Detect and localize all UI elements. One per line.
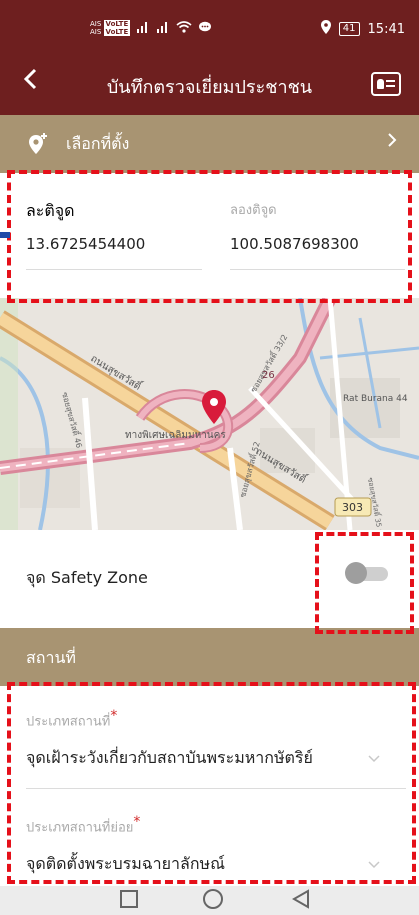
battery-icon: 41 [338,22,360,36]
place-section-title: สถานที่ [26,648,76,667]
carrier-labels: AIS VoLTE AIS VoLTE [90,20,131,36]
signal-icon [136,21,150,36]
signal-icon-2 [156,21,170,36]
message-icon [198,21,212,36]
highlight-coordinates [7,170,412,303]
add-location-icon [28,133,47,154]
triangle-back-icon [291,889,309,909]
place-section-header: สถานที่ [0,628,419,686]
map-label: 26 [262,370,275,381]
wifi-icon [176,20,192,36]
id-card-line [386,80,395,82]
id-card-button[interactable] [371,72,401,96]
map-label: 303 [342,501,363,514]
clock: 15:41 [367,21,405,37]
highlight-safety-toggle [315,532,414,634]
map-pin-icon [206,390,226,426]
home-button[interactable] [203,889,223,909]
edge-marker [0,232,10,238]
map-label: Rat Burana 44 [343,394,408,404]
app-bar: บันทึกตรวจเยี่ยมประชาชน [0,55,419,115]
id-card-icon [377,79,384,89]
recents-button[interactable] [120,890,138,908]
page-title: บันทึกตรวจเยี่ยมประชาชน [106,77,313,98]
highlight-place-fields [7,682,416,884]
status-right: 41 15:41 [320,20,405,38]
back-nav-button[interactable] [291,889,310,913]
chevron-right-icon [387,129,397,153]
system-nav-bar [0,886,419,915]
safety-zone-label: จุด Safety Zone [26,568,148,587]
signal-indicators: AIS VoLTE AIS VoLTE [90,20,212,36]
map-label: ทางพิเศษเฉลิมมหานคร [125,430,226,441]
location-icon [320,20,331,38]
location-selector[interactable]: เลือกที่ตั้ง [0,115,419,173]
location-selector-label: เลือกที่ตั้ง [66,134,130,153]
id-card-line [386,85,395,87]
map-view[interactable]: ถนนสุขสวัสดิ์ ทางพิเศษเฉลิมมหานคร ซอยสุข… [0,298,419,530]
status-bar: AIS VoLTE AIS VoLTE 41 15:41 [0,0,419,55]
